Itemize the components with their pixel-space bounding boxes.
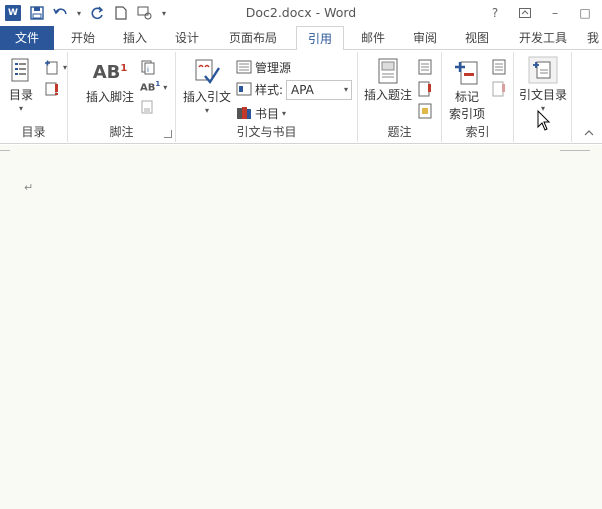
ribbon: 目录 ▾ ▾ 目录 AB1 插入脚注 i AB1 ▾ 脚注 插入引文 ▾ 管理源… [0,50,602,144]
group-label-footnotes: 脚注 [109,125,134,139]
insert-citation-icon [195,59,221,85]
endnote-icon: i [141,60,155,75]
bibliography-button[interactable]: 书目 ▾ [236,104,286,122]
mark-entry-icon [455,61,478,85]
mark-citation-icon [528,56,558,84]
insert-caption-icon [378,58,398,84]
paragraph-mark: ↵ [24,181,34,194]
insert-footnote-button[interactable]: AB1 插入脚注 [82,62,138,105]
style-label: 样式: [236,80,283,98]
insert-endnote-button[interactable]: i [140,58,156,76]
cross-reference-button[interactable] [418,102,432,120]
show-notes-icon [141,100,153,114]
tab-overflow[interactable]: 我 [584,26,602,50]
insert-index-button[interactable] [492,58,506,76]
add-text-button[interactable]: ▾ [44,58,67,76]
group-captions: 插入题注 题注 [358,52,442,142]
group-footnotes: AB1 插入脚注 i AB1 ▾ 脚注 [68,52,176,142]
mouse-pointer-icon [537,109,551,135]
tab-review[interactable]: 审阅 [402,26,448,50]
next-footnote-button[interactable]: AB1 ▾ [140,78,167,96]
update-table-button[interactable] [44,80,60,98]
group-toc: 目录 ▾ ▾ 目录 [0,52,68,142]
collapse-ribbon-icon[interactable] [584,128,594,139]
footnotes-dialog-launcher[interactable] [164,130,172,138]
group-label-citations: 引文与书目 [236,125,297,139]
footnote-icon: AB1 [92,62,128,83]
mark-entry-button[interactable]: 标记 索引项 [444,58,490,122]
bibliography-icon [237,107,251,119]
insert-index-icon [492,59,506,75]
insert-citation-button[interactable]: 插入引文 ▾ [180,58,234,115]
update-index-icon [492,81,505,97]
restore-button[interactable]: □ [574,4,596,22]
manage-sources-button[interactable]: 管理源 [236,58,291,76]
page-margin-marks [0,145,602,153]
update-figures-icon [418,81,431,97]
update-index-button[interactable] [492,80,506,98]
show-notes-button[interactable] [140,98,154,116]
window-controls: ? – □ [484,3,596,23]
insert-table-of-figures-button[interactable] [418,58,432,76]
next-footnote-icon: AB1 [140,80,161,94]
tab-view[interactable]: 视图 [454,26,500,50]
group-label-index: 索引 [465,125,490,139]
toc-button[interactable]: 目录 ▾ [4,58,38,113]
tab-mailings[interactable]: 邮件 [350,26,396,50]
group-citations: 插入引文 ▾ 管理源 样式: APA ▾ 书目 ▾ 引文与书目 [176,52,358,142]
group-label-toc: 目录 [21,125,46,139]
update-table-of-figures-button[interactable] [418,80,432,98]
update-table-icon [45,82,58,96]
svg-text:i: i [147,66,149,74]
document-area[interactable]: ↵ [0,145,602,509]
minimize-button[interactable]: – [544,4,566,22]
insert-caption-button[interactable]: 插入题注 [362,58,414,103]
group-label-captions: 题注 [387,125,412,139]
tab-design[interactable]: 设计 [164,26,210,50]
tab-file[interactable]: 文件 [0,26,54,50]
ribbon-tabs: 文件 开始 插入 设计 页面布局 引用 邮件 审阅 视图 开发工具 我 [0,26,602,51]
toc-icon [11,58,29,82]
group-index: 标记 索引项 索引 [442,52,514,142]
title-bar: W ▾ ▾ Doc2.docx - Word ? – □ [0,0,602,26]
style-icon [236,82,252,96]
tab-layout[interactable]: 页面布局 [220,26,286,50]
manage-sources-icon [236,60,252,74]
tab-home[interactable]: 开始 [60,26,106,50]
ribbon-display-options-icon[interactable] [514,4,536,22]
cross-reference-icon [418,103,432,119]
tab-developer[interactable]: 开发工具 [508,26,578,50]
tab-references[interactable]: 引用 [296,26,344,51]
tab-insert[interactable]: 插入 [112,26,158,50]
citation-style-select[interactable]: APA ▾ [286,80,352,100]
add-text-icon [45,60,58,75]
help-button[interactable]: ? [484,4,506,22]
table-of-figures-icon [418,59,432,75]
mark-citation-button[interactable]: 引文目录 ▾ [516,56,570,113]
